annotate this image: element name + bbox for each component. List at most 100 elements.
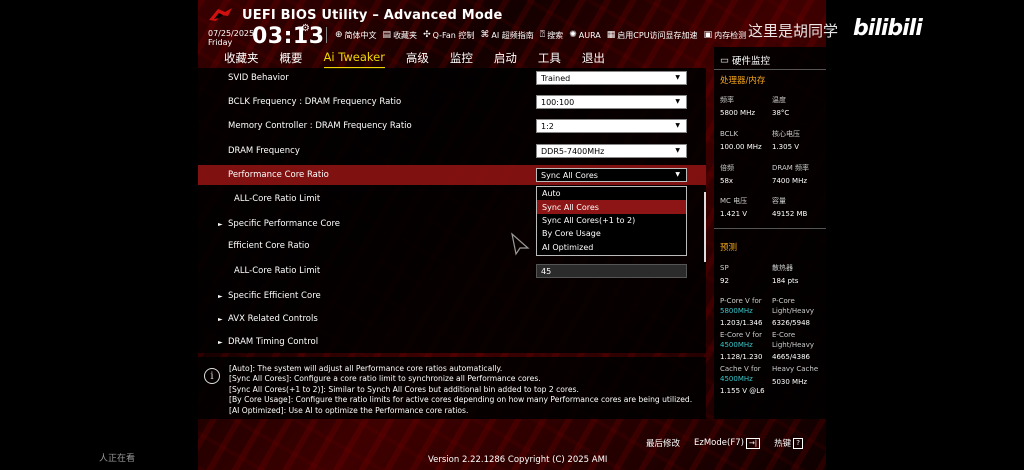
dram-freq-select[interactable]: DDR5-7400MHz ▼ — [536, 144, 687, 158]
aura-icon: ✺ — [569, 30, 577, 40]
hw-heatsink: 散热器 184 pts — [772, 264, 799, 285]
question-icon: ? — [793, 437, 803, 449]
toolbar-memtest[interactable]: ▣ 内存检测 — [704, 30, 747, 41]
chevron-down-icon: ▼ — [675, 98, 680, 105]
search-icon: ⍰ — [539, 30, 546, 40]
hw-section-prediction: 预测 — [720, 243, 738, 253]
setting-row-dram-freq[interactable]: DRAM Frequency DDR5-7400MHz ▼ — [198, 141, 706, 161]
toolbar-rebar[interactable]: ▦ 启用CPU访问显存加速 — [607, 30, 698, 41]
toolbar-label: Q-Fan 控制 — [432, 30, 475, 40]
setting-row-mc-ratio[interactable]: Memory Controller : DRAM Frequency Ratio… — [198, 116, 706, 136]
tab-boot[interactable]: 启动 — [494, 50, 517, 69]
main-menu-tabs: 收藏夹 概要 Ai Tweaker 高级 监控 启动 工具 退出 — [224, 50, 626, 69]
hw-heavy-cache: Heavy Cache 5030 MHz — [772, 365, 819, 386]
option-sync-all-cores[interactable]: Sync All Cores — [537, 200, 686, 214]
scrollbar[interactable] — [704, 192, 706, 262]
toolbar-search[interactable]: ⍰ 搜索 — [540, 30, 563, 41]
tab-advanced[interactable]: 高级 — [406, 50, 429, 69]
date: 07/25/2025 — [208, 29, 255, 38]
toolbar: ⊕ 简体中文 ▤ 收藏夹 ✣ Q-Fan 控制 ⌘ AI 超频指南 ⍰ 搜索 ✺ AURA … — [326, 27, 746, 43]
hw-dram-freq: DRAM 频率 7400 MHz — [772, 164, 810, 185]
setting-row-specific-eff[interactable]: ► Specific Efficient Core — [198, 286, 706, 306]
option-ai-optimized[interactable]: AI Optimized — [537, 241, 686, 254]
setting-row-avx[interactable]: ► AVX Related Controls — [198, 309, 706, 329]
ezmode-label: EzMode(F7) — [694, 438, 744, 448]
setting-row-allcore-limit-2[interactable]: ALL-Core Ratio Limit 45 — [198, 261, 706, 281]
chevron-down-icon: ▼ — [675, 171, 680, 178]
chevron-down-icon: ▼ — [675, 147, 680, 154]
setting-label: Performance Core Ratio — [228, 170, 329, 180]
pcore-ratio-select[interactable]: Sync All Cores ▼ — [536, 168, 687, 182]
pcore-ratio-options: Auto Sync All Cores Sync All Cores(+1 to… — [536, 186, 687, 256]
hw-pcore-v: P-Core V for 5800MHz 1.203/1.346 — [720, 297, 763, 327]
toolbar-language[interactable]: ⊕ 简体中文 — [335, 30, 377, 41]
clock[interactable]: 03:13 — [252, 24, 325, 49]
memory-test-icon: ▣ — [703, 30, 713, 40]
option-sync-all-cores-plus[interactable]: Sync All Cores(+1 to 2) — [537, 214, 686, 227]
help-line: [Sync All Cores(+1 to 2)]: Similar to Sy… — [229, 384, 579, 394]
tab-favorites[interactable]: 收藏夹 — [224, 50, 259, 69]
hw-capacity: 容量 49152 MB — [772, 197, 808, 218]
toolbar-qfan[interactable]: ✣ Q-Fan 控制 — [423, 30, 474, 41]
hw-core-voltage: 核心电压 1.305 V — [772, 130, 800, 151]
favorites-icon: ▤ — [382, 30, 392, 40]
date-block: 07/25/2025 Friday — [208, 29, 254, 47]
tab-main[interactable]: 概要 — [280, 50, 303, 69]
bclk-ratio-select[interactable]: 100:100 ▼ — [536, 95, 687, 109]
hw-pcore-lh: P-Core Light/Heavy 6326/5948 — [772, 297, 814, 327]
toolbar-favorites[interactable]: ▤ 收藏夹 — [383, 30, 418, 41]
hw-temp: 温度 38°C — [772, 96, 790, 117]
bios-window: UEFI BIOS Utility – Advanced Mode 07/25/… — [198, 0, 826, 470]
screen: UEFI BIOS Utility – Advanced Mode 07/25/… — [0, 0, 1024, 470]
watermark-text: 这里是胡同学 — [748, 22, 839, 40]
help-line: [Auto]: The system will adjust all Perfo… — [229, 364, 503, 373]
toolbar-divider — [326, 27, 327, 43]
toolbar-label: 收藏夹 — [393, 30, 418, 40]
setting-row-pcore-ratio[interactable]: Performance Core Ratio Sync All Cores ▼ — [198, 165, 706, 185]
toolbar-aura[interactable]: ✺ AURA — [569, 30, 601, 40]
mouse-pointer-icon — [511, 232, 530, 256]
svid-select[interactable]: Trained ▼ — [536, 71, 687, 85]
bilibili-logo: bilibili — [853, 16, 923, 41]
setting-label: Memory Controller : DRAM Frequency Ratio — [228, 121, 412, 131]
toolbar-label: 搜索 — [547, 30, 564, 40]
exit-arrow-icon: →| — [745, 437, 761, 449]
hw-ecore-v: E-Core V for 4500MHz 1.128/1.230 — [720, 331, 763, 361]
tab-monitor[interactable]: 监控 — [450, 50, 473, 69]
hw-bclk: BCLK 100.00 MHz — [720, 130, 762, 151]
help-box: i [Auto]: The system will adjust all Per… — [198, 357, 706, 419]
select-value: 1:2 — [541, 121, 554, 131]
setting-row-bclk-ratio[interactable]: BCLK Frequency : DRAM Frequency Ratio 10… — [198, 92, 706, 112]
help-line: [By Core Usage]: Configure the ratio lim… — [229, 395, 693, 405]
toolbar-ai-oc[interactable]: ⌘ AI 超频指南 — [480, 30, 533, 41]
clock-settings-icon[interactable]: ⚙ — [301, 23, 310, 34]
tab-tool[interactable]: 工具 — [538, 50, 561, 69]
chevron-down-icon: ▼ — [675, 122, 680, 129]
version-text: Version 2.22.1286 Copyright (C) 2025 AMI — [428, 455, 608, 465]
mc-ratio-select[interactable]: 1:2 ▼ — [536, 119, 687, 133]
setting-row-svid[interactable]: SVID Behavior Trained ▼ — [198, 68, 706, 88]
setting-label: Specific Efficient Core — [228, 291, 321, 301]
hw-mc-voltage: MC 电压 1.421 V — [720, 197, 748, 218]
hotkeys-button[interactable]: 热键? — [774, 437, 803, 449]
allcore-limit-input[interactable]: 45 — [536, 264, 687, 278]
setting-label: Efficient Core Ratio — [228, 241, 310, 251]
setting-label: ALL-Core Ratio Limit — [234, 266, 321, 276]
last-modified-button[interactable]: 最后修改 — [646, 437, 680, 449]
hw-cache-v: Cache V for 4500MHz 1.155 V @L6 — [720, 365, 765, 395]
tab-ai-tweaker[interactable]: Ai Tweaker — [323, 50, 385, 69]
option-auto[interactable]: Auto — [537, 187, 686, 200]
option-by-core-usage[interactable]: By Core Usage — [537, 227, 686, 240]
ezmode-button[interactable]: EzMode(F7) →| — [694, 437, 761, 449]
fan-icon: ✣ — [423, 30, 431, 40]
toolbar-label: AI 超频指南 — [491, 30, 534, 40]
setting-row-dram-timing[interactable]: ► DRAM Timing Control — [198, 332, 706, 352]
toolbar-label: 内存检测 — [714, 30, 747, 40]
tab-exit[interactable]: 退出 — [582, 50, 605, 69]
help-line: [AI Optimized]: Use AI to optimize the P… — [229, 405, 469, 415]
hw-section-cpu: 处理器/内存 — [720, 76, 766, 86]
globe-icon: ⊕ — [335, 30, 343, 40]
setting-label: DRAM Frequency — [228, 146, 300, 156]
toolbar-label: 简体中文 — [344, 30, 377, 40]
hw-title: ▭ 硬件监控 — [720, 53, 770, 68]
